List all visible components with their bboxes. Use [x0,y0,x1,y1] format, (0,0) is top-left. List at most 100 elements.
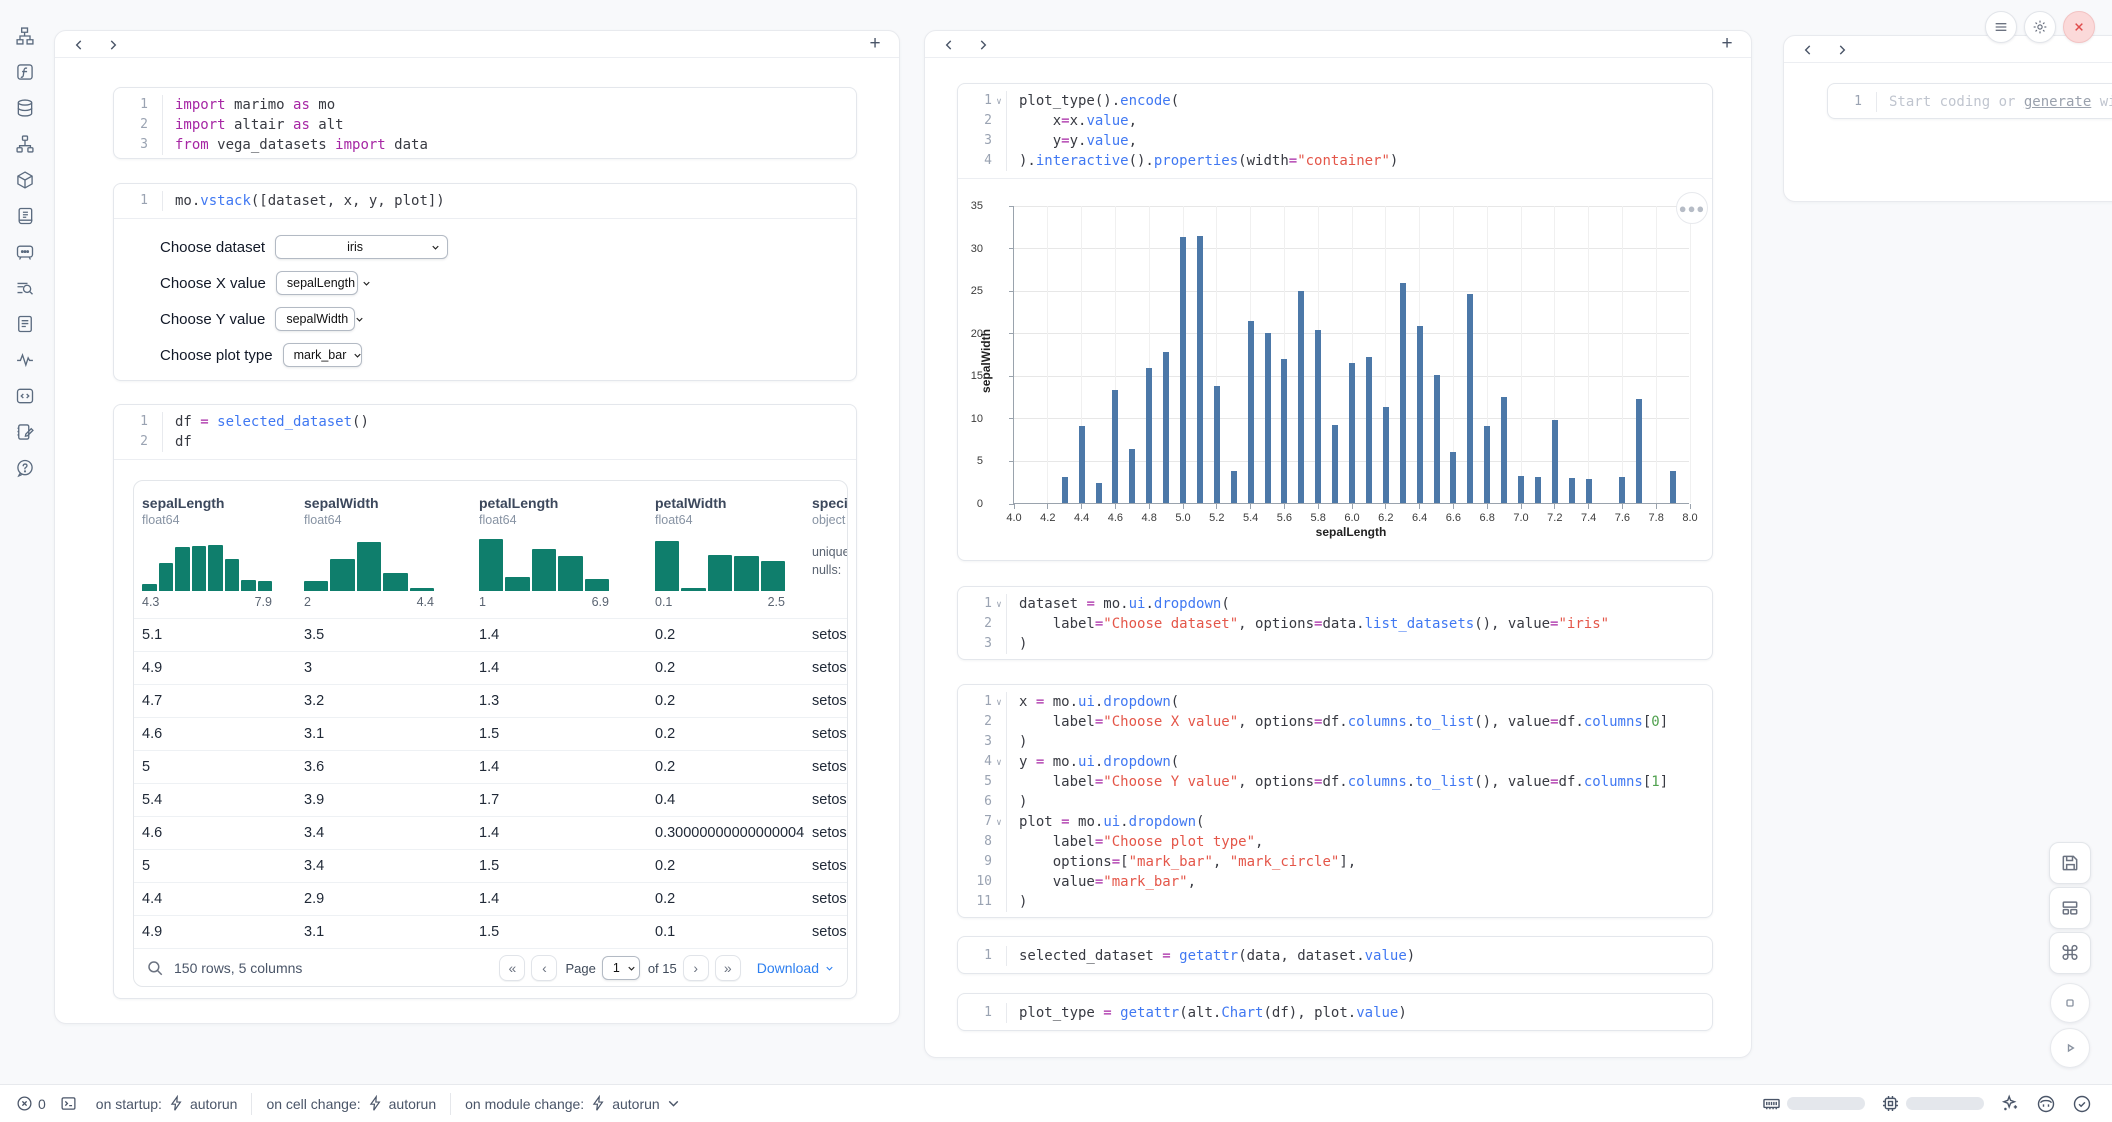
save-button[interactable] [2049,842,2091,884]
column-next-button[interactable] [1832,40,1852,60]
dropdown-choose-x-value[interactable]: sepalLength [276,271,358,295]
snippets-icon[interactable] [14,385,36,407]
logs-icon[interactable] [14,205,36,227]
next-page-button[interactable]: › [683,955,709,981]
table-row[interactable]: 4.63.11.50.2setosa [134,717,847,750]
run-button[interactable] [2050,1028,2090,1068]
keyboard-shortcuts-button[interactable]: ⌘ [2049,932,2091,974]
page-select[interactable]: 1 [602,956,640,980]
stop-button[interactable] [2050,983,2090,1023]
dataframe-table: sepalLengthfloat644.37.9sepalWidthfloat6… [133,480,848,987]
code-cell-chart[interactable]: 1∨plot_type().encode(2 x=x.value,3 y=y.v… [957,83,1713,561]
fold-chevron-icon[interactable]: ∨ [992,594,1006,614]
download-button[interactable]: Download [757,960,835,976]
table-column-header[interactable]: petalLengthfloat6416.9 [471,481,647,618]
table-cell: 2.9 [296,883,471,915]
code-cell-vstack[interactable]: 1mo.vstack([dataset, x, y, plot]) Choose… [113,183,857,381]
table-cell: 4.4 [134,883,296,915]
fold-chevron-icon[interactable]: ∨ [992,812,1006,832]
table-column-header[interactable]: petalWidthfloat640.12.5 [647,481,804,618]
generate-with-ai-link[interactable]: generate [2024,94,2091,110]
column-prev-button[interactable] [1798,40,1818,60]
column-prev-button[interactable] [939,35,959,55]
file-tree-icon[interactable] [14,25,36,47]
errors-indicator[interactable]: 0 [16,1095,46,1112]
bar-chart[interactable]: 051015202530354.04.24.44.64.85.05.25.45.… [1013,206,1689,504]
table-summary: 150 rows, 5 columns [174,960,302,976]
status-bar: 0 on startup:autorun on cell change:autor… [0,1084,2112,1122]
runtime-setting-0[interactable]: on startup:autorun [96,1095,238,1112]
code-line: 5 label="Choose Y value", options=df.col… [958,772,1712,792]
fold-chevron-icon[interactable]: ∨ [992,692,1006,712]
search-icon[interactable] [14,277,36,299]
tracing-icon[interactable] [14,349,36,371]
add-cell-button[interactable]: + [1717,34,1737,54]
column-next-button[interactable] [973,35,993,55]
table-row[interactable]: 53.41.50.2setosa [134,849,847,882]
ai-chat-icon[interactable] [14,241,36,263]
terminal-button[interactable] [60,1095,82,1112]
dropdown-choose-plot-type[interactable]: mark_bar [283,343,362,367]
fold-chevron-icon[interactable]: ∨ [992,752,1006,772]
new-code-cell[interactable]: 1 Start coding or generate with AI [1827,83,2112,119]
table-row[interactable]: 5.43.91.70.4setosa [134,783,847,816]
table-cell: 0.2 [647,850,804,882]
code-cell-dataset-dropdown[interactable]: 1∨dataset = mo.ui.dropdown(2 label="Choo… [957,586,1713,660]
code-line: 2 label="Choose X value", options=df.col… [958,712,1712,732]
scratchpad-icon[interactable] [14,421,36,443]
table-column-header[interactable]: sepalLengthfloat644.37.9 [134,481,296,618]
column-next-button[interactable] [103,35,123,55]
table-column-header[interactable]: speciesobjectunique:nulls: [804,481,847,618]
dropdown-choose-dataset[interactable]: iris [275,235,448,259]
table-row[interactable]: 4.63.41.40.30000000000000004setosa [134,816,847,849]
first-page-button[interactable]: « [499,955,525,981]
package-icon[interactable] [14,169,36,191]
code-line: 10 value="mark_bar", [958,872,1712,892]
runtime-setting-2[interactable]: on module change:autorun [465,1095,687,1112]
copilot-button[interactable] [2036,1094,2056,1114]
shutdown-button[interactable] [2063,11,2095,43]
prev-page-button[interactable]: ‹ [531,955,557,981]
chart-menu-button[interactable]: ●●● [1676,192,1708,224]
table-cell: 1.3 [471,685,647,717]
chart-bar [1434,375,1440,503]
column-prev-button[interactable] [69,35,89,55]
ai-sparkle-button[interactable] [2000,1094,2020,1114]
table-column-header[interactable]: sepalWidthfloat6424.4 [296,481,471,618]
dependency-graph-icon[interactable] [14,133,36,155]
fold-chevron-icon[interactable]: ∨ [992,91,1006,111]
function-icon[interactable] [14,61,36,83]
settings-button[interactable] [2024,11,2056,43]
help-icon[interactable] [14,457,36,479]
cpu-meter [1881,1094,1984,1113]
runtime-setting-1[interactable]: on cell change:autorun [266,1095,436,1112]
last-page-button[interactable]: » [715,955,741,981]
documentation-icon[interactable] [14,313,36,335]
table-row[interactable]: 4.931.40.2setosa [134,651,847,684]
table-row[interactable]: 5.13.51.40.2setosa [134,618,847,651]
table-row[interactable]: 4.42.91.40.2setosa [134,882,847,915]
search-icon[interactable] [146,959,164,977]
code-line: 2import altair as alt [114,115,856,135]
table-cell: 3.5 [296,619,471,651]
code-line: 1∨plot_type().encode( [958,91,1712,111]
code-line: 3from vega_datasets import data [114,135,856,155]
code-cell-imports[interactable]: 1import marimo as mo2import altair as al… [113,87,857,159]
code-cell-plot-type[interactable]: 1plot_type = getattr(alt.Chart(df), plot… [957,993,1713,1031]
table-row[interactable]: 53.61.40.2setosa [134,750,847,783]
layout-button[interactable] [2049,887,2091,929]
chart-bar [1586,479,1592,503]
connection-status-icon[interactable] [2072,1094,2092,1114]
code-cell-xy-dropdowns[interactable]: 1∨x = mo.ui.dropdown(2 label="Choose X v… [957,684,1713,918]
code-cell-selected-dataset[interactable]: 1selected_dataset = getattr(data, datase… [957,936,1713,974]
table-row[interactable]: 4.73.21.30.2setosa [134,684,847,717]
add-cell-button[interactable]: + [865,34,885,54]
terminal-icon [60,1095,77,1112]
database-icon[interactable] [14,97,36,119]
cpu-icon [1881,1094,1900,1113]
save-icon [2060,853,2080,873]
code-cell-dataframe[interactable]: 1df = selected_dataset()2df sepalLengthf… [113,404,857,999]
dropdown-choose-y-value[interactable]: sepalWidth [275,307,355,331]
menu-button[interactable] [1985,11,2017,43]
table-row[interactable]: 4.93.11.50.1setosa [134,915,847,948]
